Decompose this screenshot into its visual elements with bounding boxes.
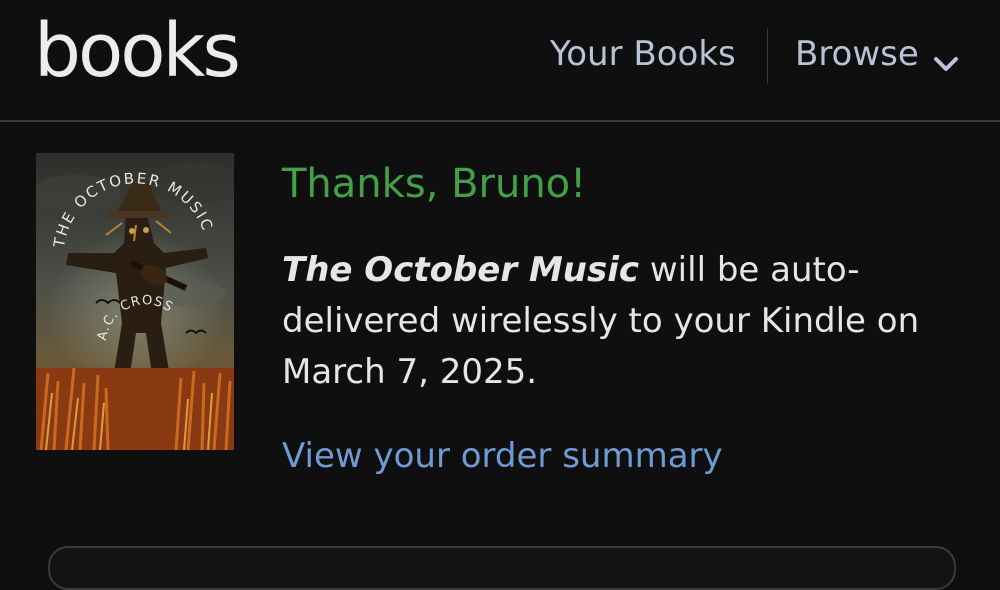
chevron-down-icon xyxy=(933,46,959,71)
view-order-summary-link[interactable]: View your order summary xyxy=(282,436,723,477)
brand-logo[interactable]: books xyxy=(34,14,241,88)
nav-divider xyxy=(767,28,768,84)
thanks-heading: Thanks, Bruno! xyxy=(282,161,587,207)
delivery-message: The October Music will be auto-delivered… xyxy=(282,245,962,398)
nav-your-books-link[interactable]: Your Books xyxy=(550,37,736,71)
nav-browse-label: Browse xyxy=(795,34,919,74)
next-card xyxy=(48,546,956,590)
header: books Your Books Browse xyxy=(0,0,1000,122)
book-title: The October Music xyxy=(282,250,640,290)
book-cover-image[interactable]: THE OCTOBER MUSIC A.C. CROSS xyxy=(36,153,234,450)
nav-browse-button[interactable]: Browse xyxy=(795,37,959,71)
